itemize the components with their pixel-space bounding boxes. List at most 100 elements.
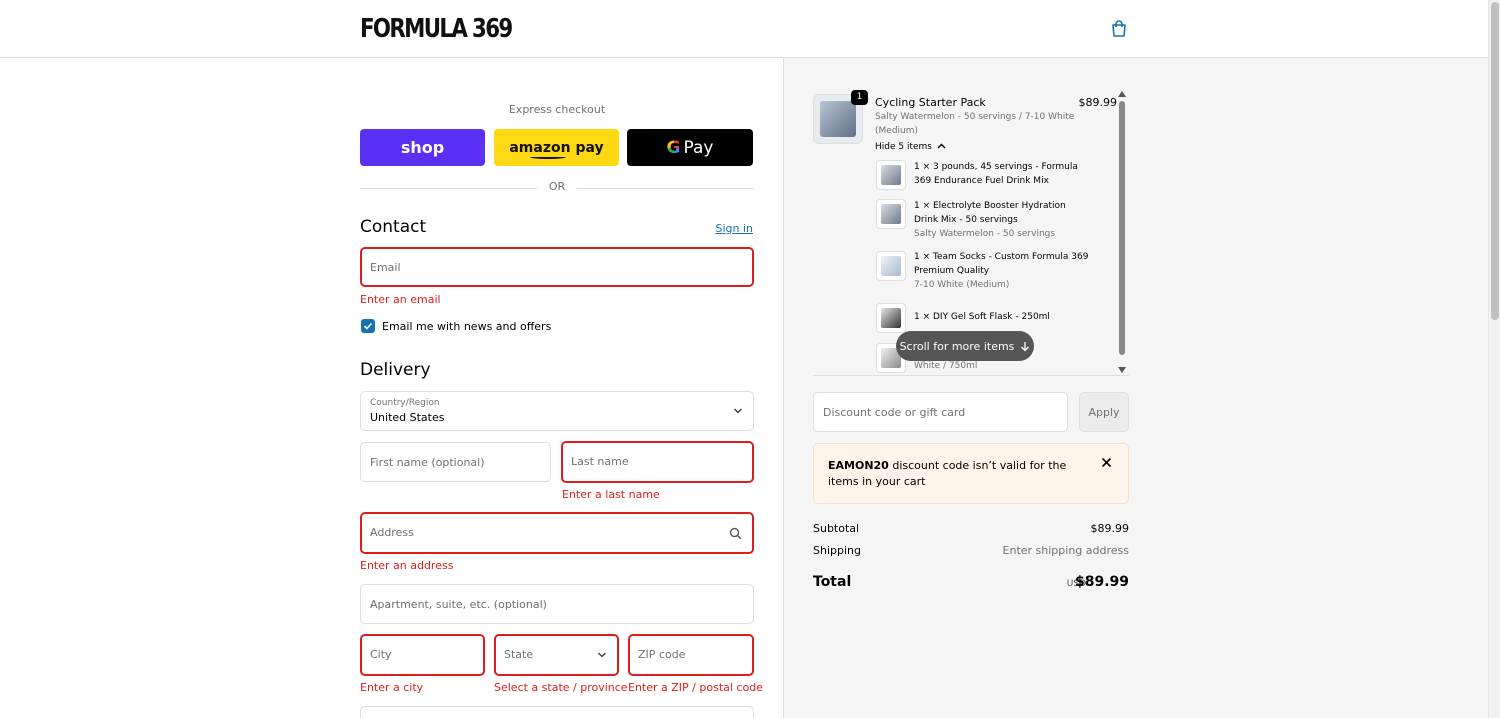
apartment-placeholder: Apartment, suite, etc. (optional) xyxy=(370,598,547,611)
hide-items-label: Hide 5 items xyxy=(875,142,932,152)
quantity-badge: 1 xyxy=(851,90,868,105)
zip-input[interactable]: ZIP code xyxy=(628,634,754,676)
checkmark-icon xyxy=(363,322,373,330)
country-label: Country/Region xyxy=(370,398,440,408)
shop-pay-button[interactable]: shop xyxy=(360,129,485,166)
item-text: 1 × Team Socks - Custom Formula 369 xyxy=(914,252,1089,262)
divider xyxy=(813,375,1129,376)
country-value: United States xyxy=(370,411,445,424)
scroll-more-label: Scroll for more items xyxy=(899,339,1015,353)
or-label: OR xyxy=(548,180,566,193)
discount-placeholder: Discount code or gift card xyxy=(823,406,966,419)
email-input[interactable]: Email xyxy=(360,247,754,287)
discount-error-message: EAMON20 discount code isn’t valid for th… xyxy=(828,458,1083,490)
discount-code: EAMON20 xyxy=(828,459,889,472)
city-input[interactable]: City xyxy=(360,634,485,676)
email-placeholder: Email xyxy=(370,261,401,274)
shipping-value: Enter shipping address xyxy=(1002,544,1129,557)
google-g-icon: G xyxy=(666,137,681,158)
arrow-down-icon xyxy=(1021,341,1030,351)
product-variant: Salty Watermelon - 50 servings / 7-10 Wh… xyxy=(875,112,1075,122)
delivery-heading: Delivery xyxy=(360,360,431,380)
or-divider: OR xyxy=(360,180,754,196)
shipping-label: Shipping xyxy=(813,544,861,557)
product-variant: (Medium) xyxy=(875,126,919,136)
header: FORMULA 369 xyxy=(0,0,1488,58)
first-name-input[interactable]: First name (optional) xyxy=(360,442,551,482)
chevron-up-icon xyxy=(937,143,946,149)
shopping-bag-icon[interactable] xyxy=(1108,18,1130,40)
item-thumbnail xyxy=(876,251,906,281)
address-placeholder: Address xyxy=(370,526,414,539)
last-name-placeholder: Last name xyxy=(571,455,629,468)
item-variant: Salty Watermelon - 50 servings xyxy=(914,229,1056,239)
item-text: 1 × DIY Gel Soft Flask - 250ml xyxy=(914,312,1050,322)
last-name-input[interactable]: Last name xyxy=(561,441,754,483)
item-text: Premium Quality xyxy=(914,266,990,276)
subtotal-value: $89.99 xyxy=(1090,522,1130,535)
item-thumbnail xyxy=(876,199,906,229)
items-scrollbar-thumb[interactable] xyxy=(1119,101,1125,355)
item-image xyxy=(881,256,901,276)
city-error: Enter a city xyxy=(360,681,424,694)
chevron-down-icon xyxy=(598,652,606,658)
amazon-smile-icon xyxy=(530,155,566,159)
hide-items-toggle[interactable]: Hide 5 items xyxy=(875,142,946,152)
last-name-error: Enter a last name xyxy=(562,488,660,501)
address-input[interactable]: Address xyxy=(360,512,754,554)
item-text: 369 Endurance Fuel Drink Mix xyxy=(914,176,1049,186)
zip-placeholder: ZIP code xyxy=(638,648,686,661)
page-scrollbar[interactable] xyxy=(1488,0,1500,718)
product-image xyxy=(820,101,856,137)
page-scrollbar-thumb[interactable] xyxy=(1491,2,1499,320)
scroll-more-button[interactable]: Scroll for more items xyxy=(896,331,1034,361)
express-checkout-label: Express checkout xyxy=(508,103,606,116)
sign-in-link[interactable]: Sign in xyxy=(715,222,753,235)
newsletter-label: Email me with news and offers xyxy=(382,320,552,333)
state-error: Select a state / province xyxy=(494,681,628,694)
first-name-placeholder: First name (optional) xyxy=(370,456,485,469)
item-text: Drink Mix - 50 servings xyxy=(914,215,1018,225)
contact-heading: Contact xyxy=(360,217,427,237)
country-select[interactable]: Country/Region United States xyxy=(360,391,754,431)
item-image xyxy=(881,308,901,328)
discount-error-alert: EAMON20 discount code isn’t valid for th… xyxy=(813,443,1129,504)
item-variant: 7-10 White (Medium) xyxy=(914,280,1010,290)
newsletter-checkbox[interactable] xyxy=(361,319,375,333)
item-variant: White / 750ml xyxy=(914,361,978,371)
product-title: Cycling Starter Pack xyxy=(875,96,986,109)
scroll-down-icon xyxy=(1118,367,1126,373)
discount-code-input[interactable]: Discount code or gift card xyxy=(813,392,1068,432)
address-error: Enter an address xyxy=(360,559,454,572)
total-label: Total xyxy=(813,574,852,590)
chevron-down-icon xyxy=(734,408,742,414)
search-icon xyxy=(729,527,742,540)
amazon-pay-button[interactable]: amazon pay xyxy=(494,129,619,166)
zip-error: Enter a ZIP / postal code xyxy=(628,681,763,694)
google-pay-label: Pay xyxy=(683,137,714,158)
close-icon[interactable] xyxy=(1101,457,1112,468)
subtotal-label: Subtotal xyxy=(813,522,860,535)
scroll-up-icon xyxy=(1118,91,1126,97)
product-price: $89.99 xyxy=(1078,96,1118,109)
item-image xyxy=(881,204,901,224)
email-error: Enter an email xyxy=(360,293,441,306)
city-placeholder: City xyxy=(370,648,392,661)
formula-369-logo[interactable]: FORMULA 369 xyxy=(360,14,513,44)
state-placeholder: State xyxy=(504,648,534,661)
phone-input[interactable] xyxy=(360,706,754,718)
total-value: $89.99 xyxy=(1074,574,1129,590)
item-thumbnail xyxy=(876,303,906,333)
item-image xyxy=(881,165,901,185)
item-text: 1 × 3 pounds, 45 servings - Formula xyxy=(914,162,1078,172)
shop-pay-label: shop xyxy=(400,138,445,157)
state-select[interactable]: State xyxy=(494,634,619,676)
apply-button[interactable]: Apply xyxy=(1079,392,1129,432)
google-pay-button[interactable]: G Pay xyxy=(627,129,753,166)
item-thumbnail xyxy=(876,160,906,190)
order-summary-panel xyxy=(783,58,1488,718)
apartment-input[interactable]: Apartment, suite, etc. (optional) xyxy=(360,584,754,624)
item-text: 1 × Electrolyte Booster Hydration xyxy=(914,201,1066,211)
items-scrollbar[interactable] xyxy=(1117,91,1127,375)
amazon-pay-label: amazon pay xyxy=(509,139,604,156)
